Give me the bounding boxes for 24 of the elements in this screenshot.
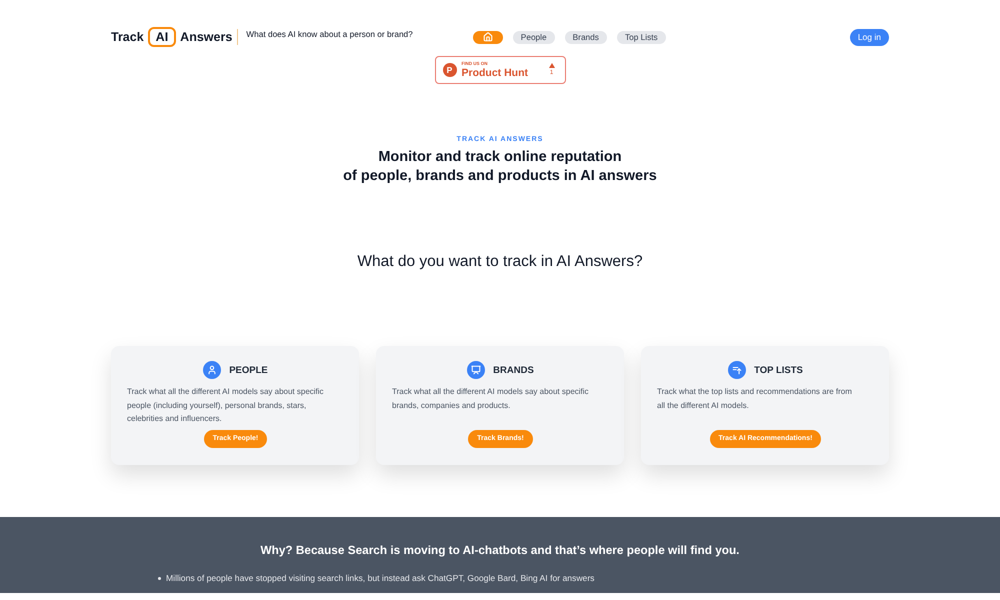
presentation-board-icon (467, 361, 486, 379)
card-description: Track what the top lists and recommendations are from all the different AI models. (657, 386, 853, 412)
bullet-dot-icon (158, 576, 161, 580)
badge-name: Product Hunt (462, 67, 528, 79)
card-description: Track what all the different AI models say about specific brands, companies and products. (392, 386, 590, 412)
card-title: PEOPLE (229, 364, 268, 376)
product-hunt-logo: P (442, 63, 456, 77)
upvote-triangle-icon (548, 63, 554, 68)
person-icon (203, 361, 222, 379)
login-button[interactable]: Log in (850, 28, 889, 46)
logo[interactable]: Track AI Answers (111, 27, 232, 47)
tagline: What does AI know about a person or brand? (246, 29, 413, 39)
card-title: BRANDS (493, 364, 534, 376)
nav-tab[interactable]: Brands (564, 30, 607, 44)
home-button[interactable] (472, 30, 503, 44)
why-heading: Why? Because Search is moving to AI-chatbots and that’s where people will find you. (260, 542, 740, 558)
card-description: Track what all the different AI models say about specific people (including yourself), personal brands, stars, celebrities and influencers. (127, 386, 325, 425)
section-question: What do you want to track in AI Answers? (357, 252, 643, 272)
hero-title: Monitor and track online reputation of people, brands and products in AI answers (343, 148, 657, 186)
home-icon (482, 32, 493, 42)
nav-tab[interactable]: People (512, 30, 555, 44)
bullet-text: Millions of people have stopped visiting search links, but instead ask ChatGPT, Google Bard, Bing AI for answers (166, 572, 594, 584)
card-title: TOP LISTS (754, 364, 803, 376)
nav-tab[interactable]: Top Lists (616, 30, 666, 44)
